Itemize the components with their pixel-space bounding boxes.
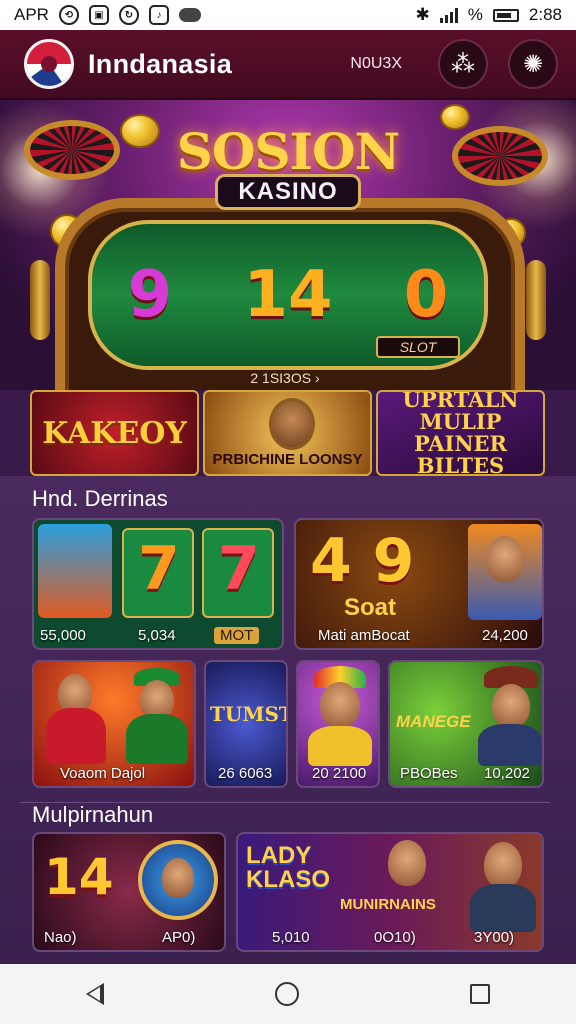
card-value: Voaom Dajol [60, 765, 146, 782]
game-card-sevens[interactable]: 7 7 55,000 5,034 MOT [32, 518, 284, 650]
player-body [470, 884, 536, 932]
promo-row: KAKEOY PRBICHINE LOONSY UPRTALN MULIP PA… [30, 390, 545, 476]
hero-subtitle: KASINO [215, 174, 361, 210]
game-card-voaom[interactable]: Voaom Dajol [32, 660, 196, 788]
reel-tile: 7 [122, 528, 194, 618]
card-value: Mati amBocat [318, 627, 410, 644]
wifi-icon: % [467, 5, 483, 24]
sync-icon: ↻ [118, 5, 139, 25]
card-badge: MOT [214, 627, 260, 644]
card-value: 10,202 [484, 765, 530, 782]
card-value: 5,010 [272, 929, 310, 946]
player-avatar-icon [468, 524, 542, 620]
app-title: Inndanasia [88, 48, 233, 79]
game-card-fourteen[interactable]: 14 Nao) AP0) [32, 832, 226, 952]
clock-time: 2:88 [528, 5, 562, 24]
hero-banner[interactable]: SOSION KASINO 9 14 0 SLOT 2 1SI3OS › [0, 100, 576, 390]
game-digits: 14 [44, 848, 114, 906]
bluetooth-icon: ✱ [415, 5, 430, 24]
card-value: PBOBes [400, 765, 458, 782]
recents-icon[interactable] [470, 984, 491, 1004]
reel-tile: 7 [202, 528, 274, 618]
settings-button[interactable]: ✺ [508, 39, 558, 89]
player-avatar-icon [484, 842, 522, 888]
card-value: 55,000 [40, 627, 86, 644]
game-title: TUMST [210, 702, 288, 726]
game-avatar-icon [38, 524, 112, 618]
game-card-manege[interactable]: MANEGE PBOBes 10,202 [388, 660, 544, 788]
carrier-label: APR [14, 5, 49, 24]
card-value: AP0) [162, 929, 196, 946]
game-lobby: Hnd. Derrinas 7 7 55,000 5,034 MOT 4 9 S… [0, 476, 576, 964]
game-card-soat[interactable]: 4 9 Soat Mati amBocat 24,200 [294, 518, 544, 650]
battery-icon [492, 8, 519, 22]
player-avatar-icon [138, 840, 218, 920]
home-icon[interactable] [274, 982, 299, 1006]
game-title: MANEGE [396, 712, 471, 731]
player-avatar-icon [388, 840, 426, 886]
card-value: 20 2100 [312, 765, 367, 782]
app-logo-icon[interactable] [24, 39, 74, 89]
machine-handle-left [30, 260, 50, 340]
player-body [126, 714, 188, 764]
promo-banner-2[interactable]: PRBICHINE LOONSY [203, 390, 372, 476]
cloud-icon [178, 8, 201, 22]
profile-icon: ⁂ [451, 50, 475, 78]
promo-label: KAKEOY [42, 415, 187, 451]
reel-2: 14 [243, 258, 333, 332]
game-title: LADY KLASO [246, 842, 330, 893]
notice-label[interactable]: N0U3X [350, 55, 402, 73]
game-sub-label: Soat [344, 594, 397, 621]
section-title-2: Mulpirnahun [32, 802, 154, 827]
reel-digit: 7 [218, 534, 260, 604]
promo-banner-3[interactable]: UPRTALN MULIP PAINER BILTES [376, 390, 545, 476]
dealer-avatar-icon [269, 398, 315, 450]
hero-title: SOSION [176, 122, 400, 181]
notification-icon: ▣ [88, 5, 109, 25]
card-value: 24,200 [482, 627, 528, 644]
reel-3: 0 [403, 258, 449, 332]
game-card-lady-klaso[interactable]: LADY KLASO MUNIRNAINS 5,010 0O10) 3Y00) [236, 832, 544, 952]
reel-1: 9 [127, 258, 173, 332]
player-avatar-icon [320, 682, 360, 728]
section-title-1: Hnd. Derrinas [32, 486, 168, 511]
signal-icon [439, 7, 458, 23]
promo-label: UPRTALN MULIP PAINER BILTES [402, 390, 519, 476]
card-value: Nao) [44, 929, 77, 946]
hero-pager[interactable]: 2 1SI3OS › [205, 370, 365, 390]
machine-handle-right [526, 260, 546, 340]
game-sub-label: MUNIRNAINS [340, 896, 436, 913]
promo-label: PRBICHINE LOONSY [212, 451, 363, 468]
face-icon [486, 536, 524, 582]
player-body [308, 726, 372, 766]
app-header: Inndanasia N0U3X ⁂ ✺ [0, 30, 576, 100]
settings-icon: ✺ [522, 50, 544, 78]
system-nav-bar [0, 964, 576, 1024]
reel-digit: 7 [138, 534, 180, 604]
clock-icon: ⟲ [58, 5, 79, 25]
note-icon: ♪ [148, 5, 169, 25]
face-icon [162, 858, 194, 898]
promo-banner-1[interactable]: KAKEOY [30, 390, 199, 476]
player-body [478, 724, 542, 766]
player-body [46, 708, 106, 764]
status-bar: APR ⟲ ▣ ↻ ♪ ✱ % 2:88 [0, 0, 576, 30]
profile-button[interactable]: ⁂ [438, 39, 488, 89]
card-value: 0O10) [374, 929, 416, 946]
card-value: 5,034 [138, 627, 176, 644]
card-value: 3Y00) [474, 929, 515, 946]
game-card-lady[interactable]: 20 2100 [296, 660, 380, 788]
card-value: 26 6063 [218, 765, 273, 782]
player-avatar-icon [492, 684, 530, 728]
slot-tag[interactable]: SLOT [376, 336, 460, 358]
back-icon[interactable] [85, 983, 104, 1005]
game-card-tumst[interactable]: TUMST 26 6063 [204, 660, 288, 788]
game-digits: 4 9 [310, 526, 415, 596]
